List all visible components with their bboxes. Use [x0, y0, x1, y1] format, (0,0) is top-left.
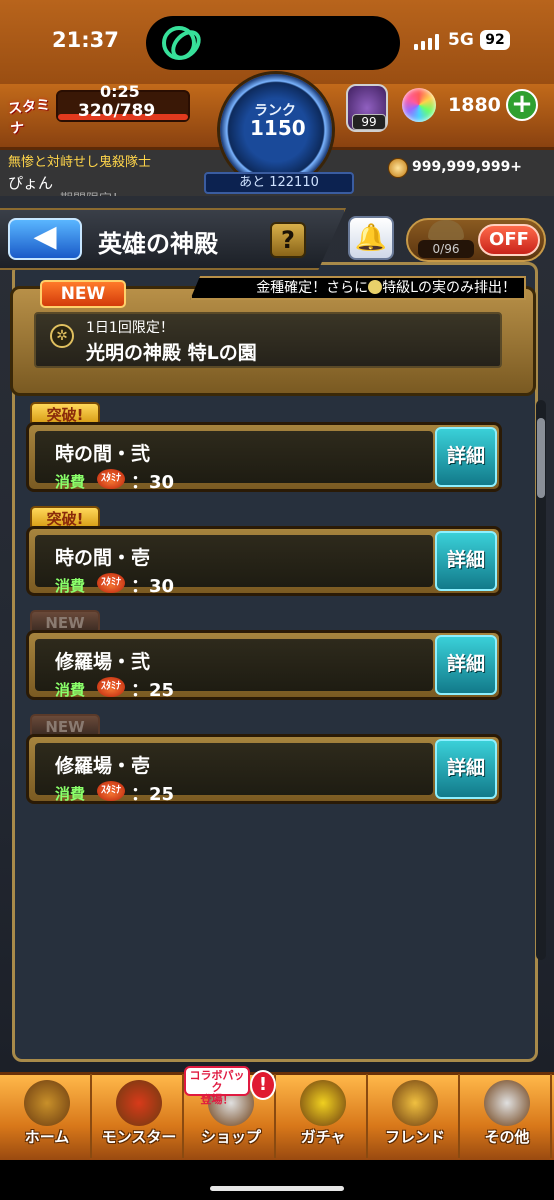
stamina-icon: ｽﾀﾐﾅ — [97, 677, 125, 697]
nav-item-gacha[interactable]: ガチャ — [278, 1074, 368, 1158]
detail-button[interactable]: 詳細 — [435, 427, 497, 487]
nav-label: ガチャ — [300, 1128, 346, 1146]
stamina-icon: ｽﾀﾐﾅ — [97, 469, 125, 489]
nav-item-home[interactable]: ホーム — [2, 1074, 92, 1158]
coin-count: 999,999,999+ — [412, 159, 523, 175]
gacha-icon — [300, 1080, 346, 1126]
stage-name: 時の間・弐 — [55, 443, 151, 465]
nav-label: ショップ — [200, 1128, 261, 1146]
bell-icon[interactable]: 🔔 — [348, 216, 394, 260]
cost-value: ：25 — [131, 784, 175, 805]
featured-note: 金種確定！さらに 特級Lの実のみ排出！ — [190, 276, 526, 300]
nav-item-monster[interactable]: モンスター — [94, 1074, 184, 1158]
back-button[interactable]: ◀ — [8, 218, 82, 260]
dynamic-island — [146, 16, 400, 70]
status-time: 21:37 — [52, 28, 119, 52]
nav-item-friend[interactable]: フレンド — [370, 1074, 460, 1158]
stamina-icon: ｽﾀﾐﾅ — [97, 781, 125, 801]
stage-card[interactable]: 修羅場・壱消費 ｽﾀﾐﾅ ：25 詳細 — [26, 734, 502, 805]
battery-level: 92 — [480, 30, 510, 50]
detail-button[interactable]: 詳細 — [435, 635, 497, 695]
cost-label: 消費 — [55, 681, 86, 699]
stage-name: 修羅場・弐 — [55, 651, 151, 673]
guild-name: 無惨と対峙せし鬼殺隊士 — [8, 155, 152, 170]
scrollbar-thumb[interactable] — [537, 418, 545, 498]
stamina-timer: 0:25 — [100, 82, 140, 101]
rank-value: 1150 — [250, 116, 306, 140]
featured-limit-text: 1日1回限定！ — [86, 320, 174, 336]
network-type: 5G — [448, 30, 474, 50]
nav-label: その他 — [484, 1128, 530, 1146]
detail-button[interactable]: 詳細 — [435, 531, 497, 591]
cost-value: ：30 — [131, 576, 175, 597]
stage-name: 修羅場・壱 — [55, 755, 151, 777]
nav-label: フレンド — [384, 1128, 445, 1146]
orb-box-count: 99 — [352, 114, 386, 130]
buy-orb-button[interactable]: + — [506, 89, 538, 121]
orb-icon — [402, 88, 436, 122]
friend-icon — [392, 1080, 438, 1126]
stage-card-inner: 修羅場・弐消費 ｽﾀﾐﾅ ：25 — [35, 639, 433, 701]
orb-count: 1880 — [448, 94, 501, 116]
page-title: 英雄の神殿 — [98, 230, 218, 258]
nav-label: ホーム — [24, 1128, 70, 1146]
off-toggle-button[interactable]: OFF — [478, 224, 540, 256]
coin-icon — [388, 158, 408, 178]
other-icon — [484, 1080, 530, 1126]
featured-note-suffix: 特級Lの実のみ排出！ — [382, 280, 516, 296]
link-icon — [162, 26, 196, 60]
featured-stage-title: 光明の神殿 特Lの園 — [86, 342, 257, 364]
nav-item-other[interactable]: その他 — [462, 1074, 552, 1158]
new-badge: NEW — [40, 280, 126, 308]
cost-value: ：30 — [131, 472, 175, 493]
signal-icon — [414, 34, 440, 50]
collab-badge: コラボパック 登場！ — [184, 1066, 250, 1106]
stage-card[interactable]: 時の間・壱消費 ｽﾀﾐﾅ ：30 詳細 — [26, 526, 502, 597]
cost-value: ：25 — [131, 680, 175, 701]
stamina-icon: ｽﾀﾐﾅ — [97, 573, 125, 593]
nav-label: モンスター — [101, 1128, 177, 1146]
stage-card-inner: 時の間・弐消費 ｽﾀﾐﾅ ：30 — [35, 431, 433, 493]
sun-icon: ✲ — [50, 324, 74, 348]
toggle-count: 0/96 — [418, 240, 474, 258]
monster-icon — [116, 1080, 162, 1126]
stamina-value: 320/789 — [78, 101, 156, 121]
stage-card-inner: 時の間・壱消費 ｽﾀﾐﾅ ：30 — [35, 535, 433, 597]
stage-card[interactable]: 修羅場・弐消費 ｽﾀﾐﾅ ：25 詳細 — [26, 630, 502, 701]
stage-name: 時の間・壱 — [55, 547, 151, 569]
fruit-icon — [368, 280, 383, 294]
featured-note-prefix: 金種確定！さらに — [256, 280, 369, 296]
alert-icon: ! — [250, 1070, 276, 1100]
home-indicator[interactable] — [210, 1186, 344, 1191]
home-icon — [24, 1080, 70, 1126]
cost-label: 消費 — [55, 577, 86, 595]
help-button[interactable]: ? — [270, 222, 306, 258]
home-bar — [0, 1160, 554, 1200]
detail-button[interactable]: 詳細 — [435, 739, 497, 799]
cost-label: 消費 — [55, 473, 86, 491]
user-name: ぴょん — [8, 174, 54, 192]
rank-next-exp: あと 122110 — [204, 172, 354, 194]
stage-card-inner: 修羅場・壱消費 ｽﾀﾐﾅ ：25 — [35, 743, 433, 805]
stage-card[interactable]: 時の間・弐消費 ｽﾀﾐﾅ ：30 詳細 — [26, 422, 502, 493]
cost-label: 消費 — [55, 785, 86, 803]
